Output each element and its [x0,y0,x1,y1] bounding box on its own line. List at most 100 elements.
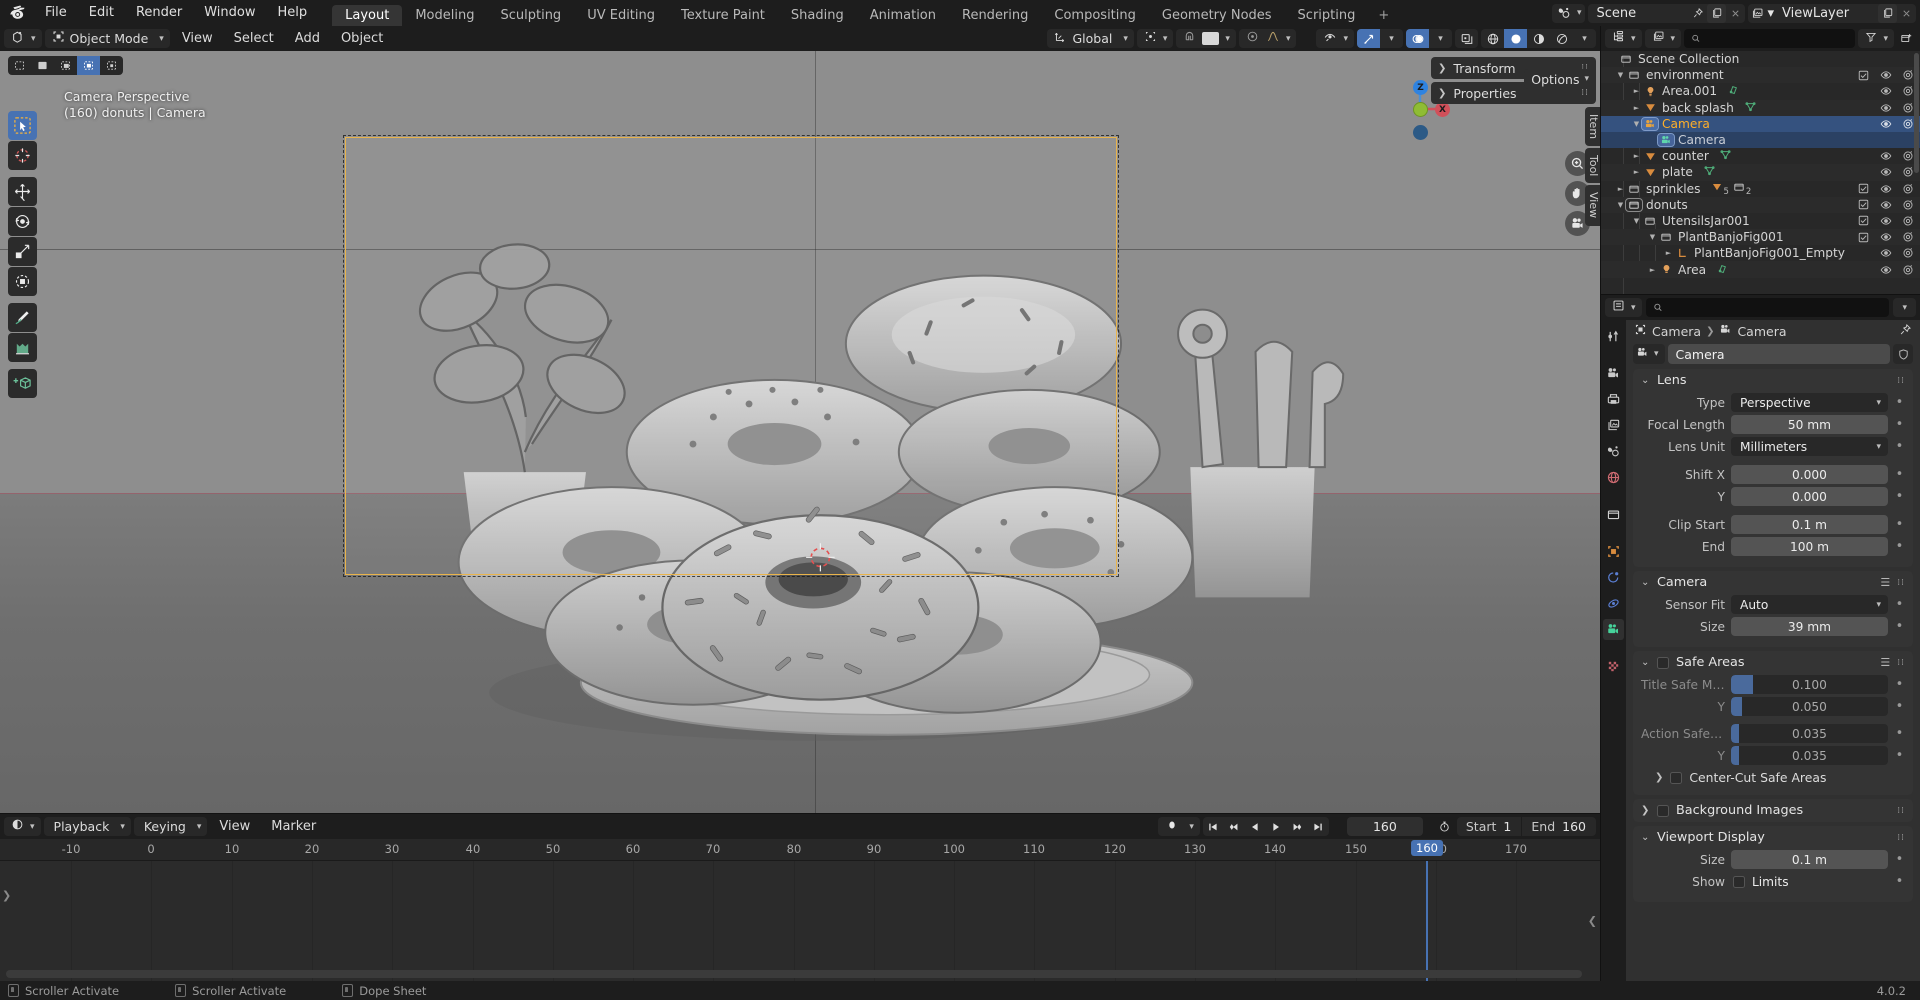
background-images-checkbox[interactable] [1657,804,1669,817]
gizmo-chevron-down-icon[interactable]: ▾ [1380,29,1403,48]
select-tweak-icon[interactable] [8,56,31,75]
editor-type-button[interactable]: ▾ [4,29,42,48]
value-shift-y[interactable]: 0.000 [1731,487,1888,506]
mesh-data-icon[interactable] [1703,164,1716,180]
measure-tool[interactable] [8,333,37,362]
shading-modes-group[interactable]: ▾ [1481,29,1596,48]
jump-to-next-keyframe-button[interactable] [1287,817,1308,836]
viewport-menu-view[interactable]: View [173,29,222,48]
playhead-frame-label[interactable]: 160 [1411,840,1443,856]
animate-property-dot-icon[interactable]: • [1894,489,1905,504]
panel-camera-header[interactable]: ⌄ Camera ☰ ⁞⁞ [1633,571,1913,594]
scene-name-field[interactable]: Scene [1588,3,1746,23]
disable-in-renders-camera-icon[interactable] [1901,150,1914,163]
hide-in-viewport-eye-icon[interactable] [1879,182,1892,195]
panel-viewport-display-grip-icon[interactable]: ⁞⁞ [1897,833,1905,843]
panel-camera-grip-icon[interactable]: ⁞⁞ [1897,578,1905,588]
disable-in-renders-camera-icon[interactable] [1901,69,1914,82]
disable-in-renders-camera-icon[interactable] [1901,214,1914,227]
animate-property-dot-icon[interactable]: • [1894,517,1905,532]
timeline-channel-area[interactable]: ❯ ❮ [0,861,1600,981]
menu-render[interactable]: Render [125,0,193,26]
exclude-checkbox-icon[interactable] [1857,69,1870,82]
safe-areas-presets-icon[interactable]: ☰ [1880,656,1890,669]
menu-file[interactable]: File [34,0,78,26]
outliner-row-area[interactable]: ► Area [1601,261,1920,278]
proportional-editing-group[interactable]: ▾ [1238,29,1297,48]
animate-property-dot-icon[interactable]: • [1894,726,1905,741]
value-shift-x[interactable]: 0.000 [1731,465,1888,484]
view-layer-tab[interactable] [1603,415,1624,436]
value-action-safe-margin-x[interactable]: 0.035 [1731,724,1888,743]
tab-layout[interactable]: Layout [332,5,403,26]
timeline-ruler[interactable]: -10 0 10 20 30 40 50 60 70 80 90 100 110… [0,839,1600,861]
hide-in-viewport-eye-icon[interactable] [1879,85,1892,98]
overlay-toggle-group[interactable]: ▾ [1406,29,1452,48]
hide-in-viewport-eye-icon[interactable] [1879,150,1892,163]
disable-in-renders-camera-icon[interactable] [1901,117,1914,130]
value-sensor-fit[interactable]: Auto ▾ [1731,595,1888,614]
timeline-editor-type-button[interactable]: ▾ [4,817,41,836]
show-gizmo-icon[interactable] [1357,29,1380,48]
hide-in-viewport-eye-icon[interactable] [1879,166,1892,179]
hide-in-viewport-eye-icon[interactable] [1879,263,1892,276]
panel-background-images-header[interactable]: ❯ Background Images ⁞⁞ [1633,799,1913,822]
pin-id-data-icon[interactable] [1899,323,1912,339]
light-data-icon[interactable] [1727,83,1740,99]
shading-chevron-down-icon[interactable]: ▾ [1573,29,1596,48]
outliner-row-donuts[interactable]: ▼ donuts [1601,196,1920,213]
disable-in-renders-camera-icon[interactable] [1901,231,1914,244]
browse-camera-data-button[interactable]: ▾ [1633,344,1665,364]
mesh-data-icon[interactable] [1744,100,1757,116]
properties-grip-icon[interactable]: ⁞⁞ [1581,88,1589,98]
gizmo-toggle-group[interactable]: ▾ [1357,29,1403,48]
breadcrumb-object-label[interactable]: Camera [1652,324,1701,339]
value-focal-length[interactable]: 50 mm [1731,415,1888,434]
timeline-menu-view[interactable]: View [210,817,259,836]
scene-tab[interactable] [1603,441,1624,462]
outliner-tree[interactable]: Scene Collection ▼ environment ► Area.00… [1601,51,1920,294]
outliner-editor-type-button[interactable]: ▾ [1605,29,1642,48]
object-data-camera-tab[interactable] [1603,619,1624,640]
timeline-playhead[interactable] [1426,861,1428,981]
add-workspace-button[interactable]: + [1368,5,1399,26]
properties-options-button[interactable]: ▾ [1893,298,1916,317]
expand-arrow-down-icon[interactable]: ▼ [1631,120,1642,128]
menu-edit[interactable]: Edit [78,0,125,26]
hide-in-viewport-eye-icon[interactable] [1879,214,1892,227]
use-preview-range-icon[interactable] [1435,817,1454,836]
expand-arrow-right-icon[interactable]: ► [1631,168,1642,176]
panel-lens-header[interactable]: ⌄ Lens ⁞⁞ [1633,369,1913,392]
subpanel-center-cut-safe-areas[interactable]: ❯ Center-Cut Safe Areas [1641,768,1905,787]
disable-in-renders-camera-icon[interactable] [1901,182,1914,195]
center-cut-checkbox[interactable] [1670,771,1683,784]
record-keyframe-icon[interactable] [1161,819,1183,835]
outliner-row-scene-collection[interactable]: Scene Collection [1601,51,1920,67]
timeline-horizontal-scrollbar[interactable] [6,970,1582,978]
exclude-checkbox-icon[interactable] [1857,182,1870,195]
end-frame-value[interactable]: 160 [1562,819,1596,834]
tab-compositing[interactable]: Compositing [1041,5,1149,26]
gizmo-axis-neg-z[interactable] [1413,125,1428,140]
expand-arrow-down-icon[interactable]: ▼ [1647,233,1658,241]
keying-menu-button[interactable]: Keying ▾ [133,817,208,836]
select-lasso-icon[interactable] [77,56,100,75]
play-reverse-button[interactable] [1245,817,1266,836]
value-action-safe-margin-y[interactable]: 0.035 [1731,746,1888,765]
select-box-icon[interactable] [31,56,54,75]
tab-uv-editing[interactable]: UV Editing [574,5,668,26]
value-clip-end[interactable]: 100 m [1731,537,1888,556]
jump-to-start-button[interactable] [1203,817,1224,836]
outliner-row-back-splash[interactable]: ► back splash [1601,99,1920,116]
breadcrumb-camera-data-label[interactable]: Camera [1737,324,1786,339]
disable-in-renders-camera-icon[interactable] [1901,247,1914,260]
outliner-display-mode-button[interactable]: ▾ [1644,29,1682,48]
start-frame-value[interactable]: 1 [1503,819,1521,834]
exclude-checkbox-icon[interactable] [1857,198,1870,211]
scale-tool[interactable] [8,237,37,266]
expand-arrow-right-icon[interactable]: ► [1631,152,1642,160]
n-tab-tool[interactable]: Tool [1585,148,1600,184]
frame-range-group[interactable]: Start 1 End 160 [1456,817,1596,836]
expand-arrow-right-icon[interactable]: ► [1647,266,1658,274]
properties-filter-field[interactable] [1668,300,1883,315]
